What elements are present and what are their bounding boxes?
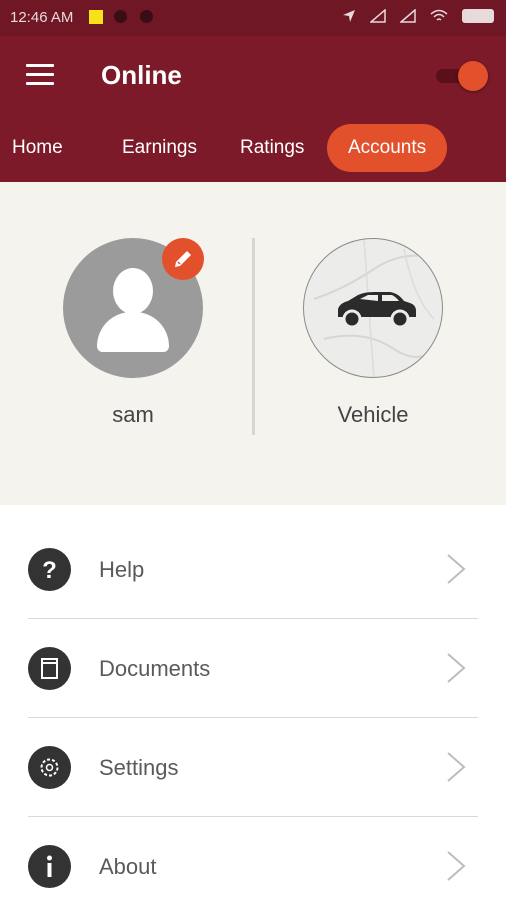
chevron-right-icon: [447, 653, 466, 683]
svg-text:?: ?: [42, 557, 57, 584]
profile-name: sam: [112, 402, 154, 427]
tab-accounts[interactable]: Accounts: [327, 124, 448, 172]
help-icon: ?: [28, 548, 71, 591]
chevron-right-icon: [447, 851, 466, 881]
avatar-head-icon: [113, 268, 153, 314]
wifi-icon: [430, 9, 448, 21]
menu-item-label: About: [99, 854, 157, 879]
notification-icon: [114, 10, 127, 23]
status-bar: 12:46 AM: [0, 0, 506, 36]
info-icon: [28, 845, 71, 888]
tab-bar: Home Earnings Ratings Accounts: [0, 116, 506, 182]
profile-section: sam Vehicle: [0, 182, 506, 505]
documents-icon: [28, 647, 71, 690]
status-icons: [342, 9, 494, 23]
settings-icon: [28, 746, 71, 789]
signal-icon: [370, 9, 386, 23]
page-title: Online: [101, 60, 182, 90]
tab-earnings[interactable]: Earnings: [102, 124, 217, 172]
avatar-body-icon: [97, 312, 169, 352]
location-icon: [343, 10, 355, 22]
app-bar: Online: [0, 36, 506, 116]
account-menu: ? Help Documents Settings About: [0, 505, 506, 900]
menu-item-about[interactable]: About: [0, 817, 506, 900]
online-toggle[interactable]: [436, 61, 488, 91]
map-background: [313, 239, 442, 377]
edit-profile-button[interactable]: [162, 238, 204, 280]
menu-icon[interactable]: [26, 64, 54, 86]
toggle-thumb: [458, 61, 488, 91]
sim-notification-icon: [89, 10, 103, 24]
car-icon: [338, 292, 416, 329]
tab-ratings[interactable]: Ratings: [220, 124, 324, 172]
menu-item-documents[interactable]: Documents: [0, 619, 506, 718]
pencil-icon: [175, 251, 191, 267]
notification-icon: [140, 10, 153, 23]
battery-icon: [462, 9, 494, 23]
vehicle-button[interactable]: [303, 238, 443, 378]
vehicle-label: Vehicle: [337, 402, 409, 427]
tab-home[interactable]: Home: [0, 124, 83, 172]
menu-item-label: Settings: [99, 755, 179, 780]
chevron-right-icon: [447, 554, 466, 584]
chevron-right-icon: [447, 752, 466, 782]
vertical-divider: [252, 238, 255, 435]
menu-item-settings[interactable]: Settings: [0, 718, 506, 817]
menu-item-label: Help: [99, 557, 145, 582]
menu-item-label: Documents: [99, 656, 211, 681]
status-time: 12:46 AM: [10, 9, 74, 26]
menu-item-help[interactable]: ? Help: [0, 520, 506, 619]
signal-icon: [400, 9, 416, 23]
